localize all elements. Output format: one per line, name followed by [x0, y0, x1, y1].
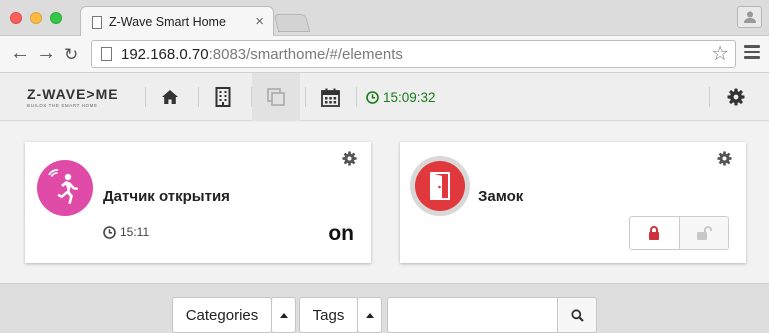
profile-button[interactable] [737, 6, 762, 28]
new-tab-button[interactable] [273, 14, 311, 32]
gear-icon [717, 151, 732, 166]
window-zoom-button[interactable] [50, 12, 62, 24]
back-arrow-icon[interactable]: ← [10, 42, 30, 64]
elements-content: Датчик открытия 15:11 on Замок [0, 122, 769, 283]
sensor-level: on [328, 222, 354, 245]
running-person-icon [48, 169, 78, 204]
header-divider [356, 87, 357, 107]
lock-button[interactable] [630, 217, 679, 249]
tags-dropdown-toggle[interactable] [357, 297, 382, 333]
calendar-icon [320, 88, 340, 107]
clock-time: 15:09:32 [383, 90, 436, 105]
url-path: :8083/smarthome/#/elements [208, 46, 403, 63]
settings-button[interactable] [712, 73, 760, 121]
clock-icon [366, 91, 379, 104]
search-icon [570, 308, 584, 322]
browser-tab[interactable]: Z-Wave Smart Home × [80, 6, 274, 37]
door-icon [415, 161, 465, 211]
search-button[interactable] [557, 297, 597, 333]
door-lock-icon[interactable] [410, 156, 470, 216]
lock-control-group [629, 216, 729, 250]
clock: 15:09:32 [366, 90, 436, 105]
building-icon [215, 87, 231, 107]
update-time-text: 15:11 [120, 225, 150, 239]
tab-close-icon[interactable]: × [255, 13, 264, 31]
categories-button[interactable]: Categories [172, 297, 272, 333]
app-header: Z-WAVE>ME BUILDS THE SMART HOME 15:09:32 [0, 73, 769, 121]
nav-events-button[interactable] [306, 73, 354, 121]
unlock-button[interactable] [678, 217, 728, 249]
url-host: 192.168.0.70 [121, 46, 209, 63]
gear-icon [727, 88, 745, 106]
window-minimize-button[interactable] [30, 12, 42, 24]
page-icon [92, 16, 102, 29]
widget-update-time: 15:11 [103, 225, 149, 239]
caret-up-icon [279, 312, 288, 318]
lock-closed-icon [649, 226, 660, 240]
filter-bar: Categories Tags [0, 283, 769, 333]
gear-icon [342, 151, 357, 166]
tab-title: Z-Wave Smart Home [109, 15, 226, 29]
address-bar[interactable]: 192.168.0.70:8083/smarthome/#/elements ☆ [91, 40, 736, 68]
widget-settings-button[interactable] [342, 151, 357, 171]
logo-tagline: BUILDS THE SMART HOME [27, 103, 98, 108]
logo-text: Z-WAVE>ME [27, 86, 119, 102]
zwave-logo[interactable]: Z-WAVE>ME BUILDS THE SMART HOME [27, 86, 119, 108]
bookmark-star-icon[interactable]: ☆ [711, 42, 729, 66]
window-close-button[interactable] [10, 12, 22, 24]
browser-menu-icon[interactable] [744, 45, 760, 59]
forward-arrow-icon[interactable]: → [36, 42, 56, 64]
browser-toolbar: ← → ↻ 192.168.0.70:8083/smarthome/#/elem… [0, 36, 769, 73]
elements-icon [267, 88, 285, 106]
browser-tabstrip: Z-Wave Smart Home × [0, 0, 769, 37]
person-icon [743, 11, 756, 23]
motion-sensor-icon[interactable] [37, 160, 93, 216]
categories-dropdown-toggle[interactable] [271, 297, 296, 333]
widget-title: Замок [478, 188, 524, 205]
widget-settings-button[interactable] [717, 151, 732, 171]
reload-icon[interactable]: ↻ [64, 44, 78, 66]
page-icon [101, 47, 112, 61]
widget-lock[interactable]: Замок [400, 142, 746, 263]
clock-icon [103, 225, 116, 239]
search-input[interactable] [387, 297, 558, 333]
home-icon [162, 90, 178, 104]
widget-sensor[interactable]: Датчик открытия 15:11 on [25, 142, 371, 263]
header-divider [709, 87, 710, 107]
lock-open-icon [696, 226, 712, 240]
nav-elements-button[interactable] [252, 73, 300, 121]
nav-rooms-button[interactable] [199, 73, 247, 121]
nav-home-button[interactable] [146, 73, 194, 121]
tags-button[interactable]: Tags [299, 297, 358, 333]
caret-up-icon [365, 312, 374, 318]
url-text[interactable]: 192.168.0.70:8083/smarthome/#/elements [121, 46, 403, 63]
widget-title: Датчик открытия [103, 188, 230, 205]
